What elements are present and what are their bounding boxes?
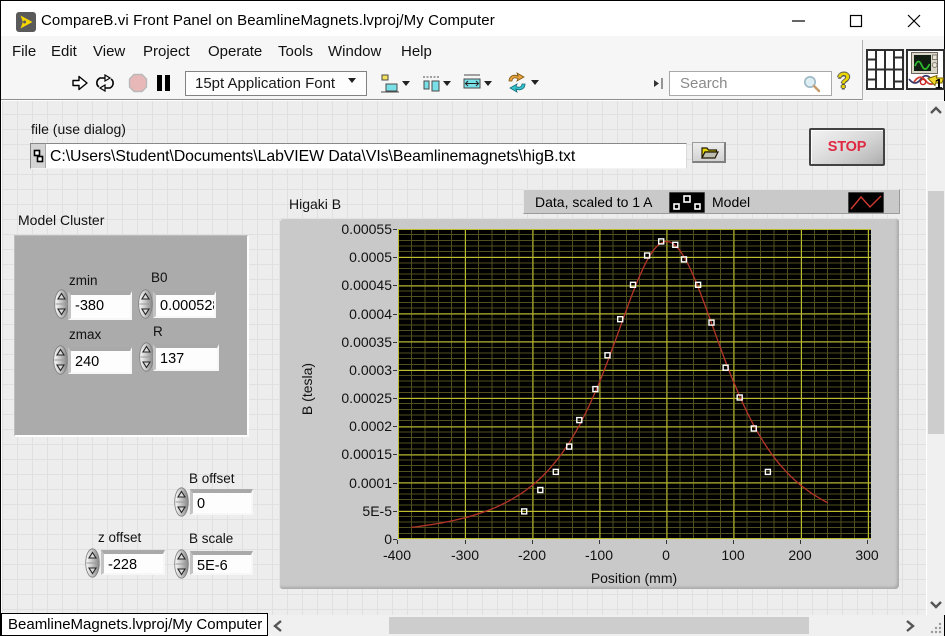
svg-text:1: 1: [935, 76, 943, 91]
